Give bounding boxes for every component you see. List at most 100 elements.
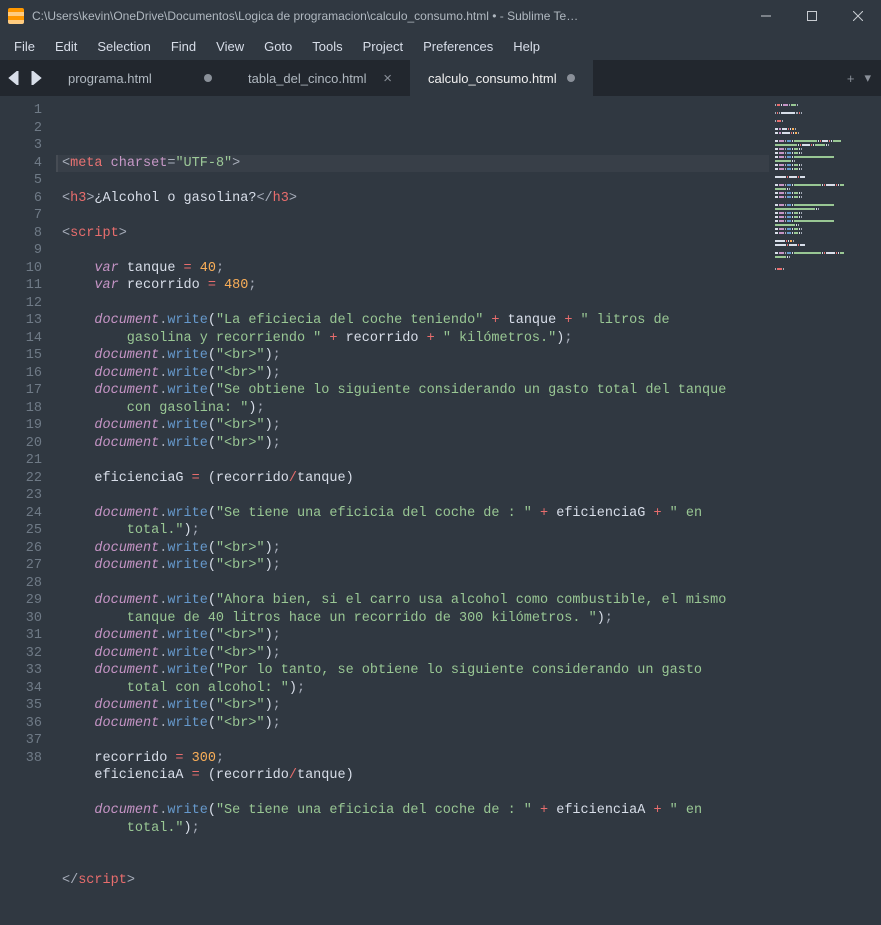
code-line[interactable]: var recorrido = 480; (62, 277, 769, 295)
line-number: 1 (0, 102, 56, 120)
code-line[interactable]: total con alcohol: "); (62, 680, 769, 698)
code-line[interactable]: document.write("<br>"); (62, 697, 769, 715)
code-line[interactable]: eficienciaG = (recorrido/tanque) (62, 470, 769, 488)
code-line[interactable] (62, 172, 769, 190)
line-number: 23 (0, 487, 56, 505)
code-line[interactable]: document.write("<br>"); (62, 627, 769, 645)
code-line[interactable]: document.write("<br>"); (62, 557, 769, 575)
code-line[interactable]: var tanque = 40; (62, 260, 769, 278)
line-number: 35 (0, 697, 56, 715)
line-number: 21 (0, 452, 56, 470)
code-line[interactable]: total."); (62, 820, 769, 838)
minimize-button[interactable] (743, 0, 789, 32)
menu-project[interactable]: Project (353, 35, 413, 58)
line-number: 38 (0, 750, 56, 768)
code-line[interactable] (62, 487, 769, 505)
code-line[interactable]: total."); (62, 522, 769, 540)
code-line[interactable]: tanque de 40 litros hace un recorrido de… (62, 610, 769, 628)
menu-edit[interactable]: Edit (45, 35, 87, 58)
line-number: 7 (0, 207, 56, 225)
menu-view[interactable]: View (206, 35, 254, 58)
line-number: 5 (0, 172, 56, 190)
close-window-button[interactable] (835, 0, 881, 32)
menu-help[interactable]: Help (503, 35, 550, 58)
code-line[interactable]: document.write("<br>"); (62, 435, 769, 453)
line-number: 13 (0, 312, 56, 330)
line-number: 37 (0, 732, 56, 750)
code-line[interactable] (62, 855, 769, 873)
code-line[interactable]: document.write("<br>"); (62, 347, 769, 365)
code-line[interactable] (62, 890, 769, 908)
line-number: 33 (0, 662, 56, 680)
maximize-button[interactable] (789, 0, 835, 32)
line-number: 6 (0, 190, 56, 208)
line-number: 2 (0, 120, 56, 138)
menu-tools[interactable]: Tools (302, 35, 352, 58)
code-line[interactable] (62, 575, 769, 593)
editor: 1234567891011121314151617181920212223242… (0, 96, 881, 871)
code-line[interactable]: document.write("Se obtiene lo siguiente … (62, 382, 769, 400)
tab-menu-icon[interactable]: ▾ (864, 70, 871, 86)
line-number: 25 (0, 522, 56, 540)
menu-selection[interactable]: Selection (87, 35, 160, 58)
code-line[interactable] (62, 242, 769, 260)
code-line[interactable]: document.write("Se tiene una eficicia de… (62, 505, 769, 523)
minimap[interactable] (769, 96, 881, 871)
code-line[interactable] (62, 452, 769, 470)
line-number: 8 (0, 225, 56, 243)
current-line-highlight (56, 155, 769, 173)
new-tab-icon[interactable]: + (847, 71, 855, 86)
line-number: 12 (0, 295, 56, 313)
code-line[interactable] (62, 207, 769, 225)
code-line[interactable]: con gasolina: "); (62, 400, 769, 418)
line-number: 16 (0, 365, 56, 383)
code-line[interactable] (62, 785, 769, 803)
code-line[interactable]: document.write("<br>"); (62, 715, 769, 733)
code-line[interactable]: gasolina y recorriendo " + recorrido + "… (62, 330, 769, 348)
menu-preferences[interactable]: Preferences (413, 35, 503, 58)
line-number: 20 (0, 435, 56, 453)
code-line[interactable]: document.write("<br>"); (62, 365, 769, 383)
line-number: 9 (0, 242, 56, 260)
gutter: 1234567891011121314151617181920212223242… (0, 96, 56, 871)
code-line[interactable]: document.write("<br>"); (62, 540, 769, 558)
line-number: 3 (0, 137, 56, 155)
code-line[interactable] (62, 732, 769, 750)
close-icon[interactable]: × (383, 70, 392, 87)
code-line[interactable]: <script> (62, 225, 769, 243)
code-line[interactable]: document.write("Por lo tanto, se obtiene… (62, 662, 769, 680)
dirty-indicator-icon (204, 74, 212, 82)
code-line[interactable]: document.write("Se tiene una eficicia de… (62, 802, 769, 820)
code-line[interactable] (62, 837, 769, 855)
tab-programa-html[interactable]: programa.html (50, 60, 230, 96)
window-title: C:\Users\kevin\OneDrive\Documentos\Logic… (32, 9, 743, 23)
tab-label: calculo_consumo.html (428, 71, 557, 86)
menu-goto[interactable]: Goto (254, 35, 302, 58)
line-number: 28 (0, 575, 56, 593)
menu-file[interactable]: File (4, 35, 45, 58)
code-line[interactable]: document.write("Ahora bien, si el carro … (62, 592, 769, 610)
titlebar[interactable]: C:\Users\kevin\OneDrive\Documentos\Logic… (0, 0, 881, 32)
code-line[interactable] (62, 295, 769, 313)
code-line[interactable]: document.write("<br>"); (62, 417, 769, 435)
menu-find[interactable]: Find (161, 35, 206, 58)
code-line[interactable]: recorrido = 300; (62, 750, 769, 768)
code-line[interactable]: document.write("La eficiecia del coche t… (62, 312, 769, 330)
tab-bar: programa.htmltabla_del_cinco.html× calcul… (0, 60, 881, 96)
menubar: File Edit Selection Find View Goto Tools… (0, 32, 881, 60)
line-number: 27 (0, 557, 56, 575)
line-number: 26 (0, 540, 56, 558)
nav-forward-icon[interactable] (28, 71, 42, 85)
line-number: 19 (0, 417, 56, 435)
code-line[interactable]: eficienciaA = (recorrido/tanque) (62, 767, 769, 785)
line-number: 30 (0, 610, 56, 628)
code-area[interactable]: <meta charset="UTF-8"> <h3>¿Alcohol o ga… (56, 96, 769, 871)
nav-back-icon[interactable] (8, 71, 22, 85)
window-controls (743, 0, 881, 32)
code-line[interactable] (62, 907, 769, 925)
code-line[interactable]: document.write("<br>"); (62, 645, 769, 663)
code-line[interactable]: </script> (62, 872, 769, 890)
code-line[interactable]: <h3>¿Alcohol o gasolina?</h3> (62, 190, 769, 208)
tab-calculo_consumo-html[interactable]: calculo_consumo.html (410, 60, 593, 96)
tab-tabla_del_cinco-html[interactable]: tabla_del_cinco.html× (230, 60, 410, 96)
